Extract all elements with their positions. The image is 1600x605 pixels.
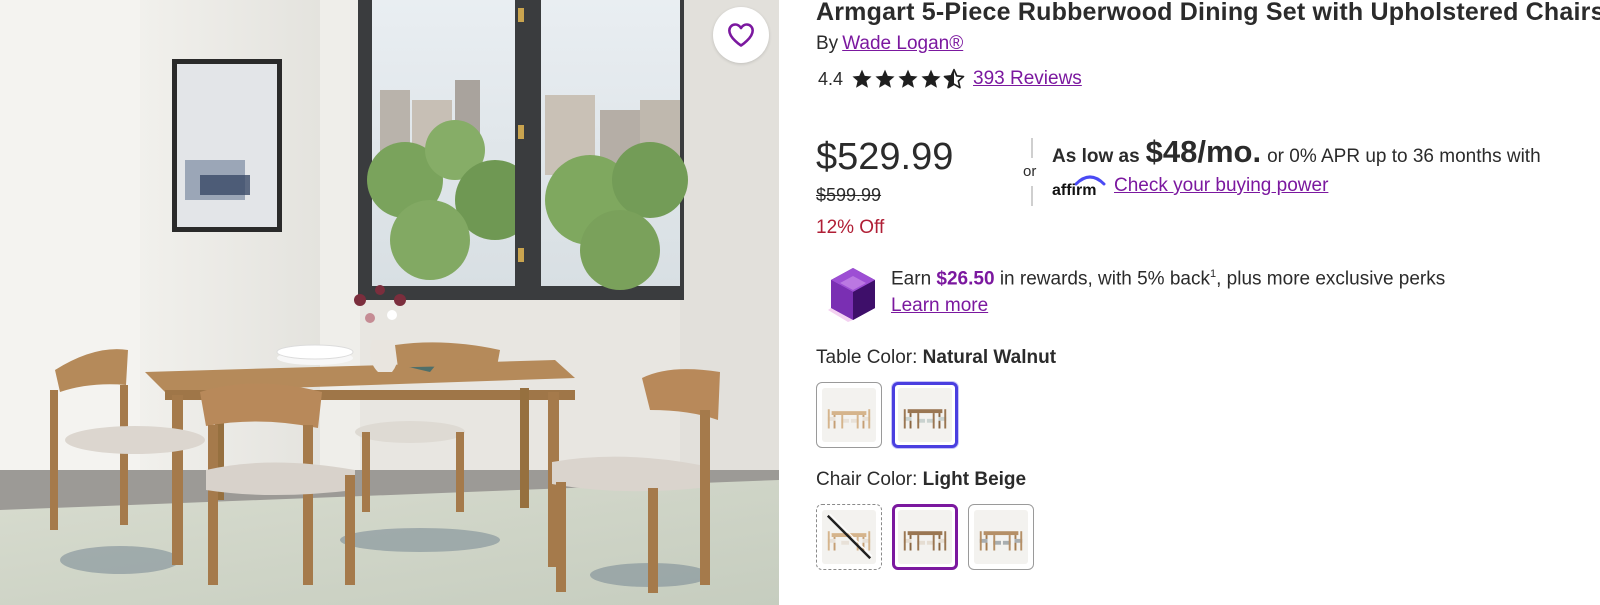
as-low-as-label: As low as xyxy=(1052,146,1140,167)
product-title: Armgart 5-Piece Rubberwood Dining Set wi… xyxy=(816,0,1600,26)
monthly-price: $48/mo. xyxy=(1145,134,1262,169)
original-price: $599.99 xyxy=(816,185,882,205)
dining-set-thumbnail xyxy=(898,510,952,564)
dining-set-thumbnail xyxy=(822,510,876,564)
divider-line xyxy=(1031,186,1033,206)
financing-offer: As low as $48/mo. or 0% APR up to 36 mon… xyxy=(1052,134,1541,198)
svg-text:affirm: affirm xyxy=(1052,182,1096,198)
affirm-logo: affirm xyxy=(1052,174,1108,198)
rating-value: 4.4 xyxy=(818,68,844,89)
affirm-logo-mark: affirm xyxy=(1052,175,1106,198)
chair-color-label: Chair Color: Light Beige xyxy=(816,469,1026,491)
star-icon xyxy=(921,69,941,88)
by-prefix: By xyxy=(816,33,839,54)
reviews-link[interactable]: 393 Reviews xyxy=(973,68,1082,90)
divider-line xyxy=(1031,138,1033,158)
table-color-label: Table Color: Natural Walnut xyxy=(816,347,1056,369)
table-color-heading: Table Color: xyxy=(816,347,918,368)
financing-terms: or 0% APR up to 36 months with xyxy=(1267,146,1541,167)
chair-color-heading: Chair Color: xyxy=(816,469,918,490)
star-icon xyxy=(875,69,895,88)
check-buying-power-link[interactable]: Check your buying power xyxy=(1114,175,1328,197)
half-star-icon xyxy=(943,68,965,89)
table-color-value: Natural Walnut xyxy=(922,347,1057,368)
rating-row: 4.4 393 Reviews xyxy=(818,66,1082,92)
sale-price: $529.99 xyxy=(816,136,954,178)
chair-color-value: Light Beige xyxy=(922,469,1027,490)
dining-set-thumbnail xyxy=(974,510,1028,564)
favorite-button[interactable] xyxy=(713,7,769,63)
product-photo xyxy=(0,0,779,605)
rewards-banner: Earn $26.50 in rewards, with 5% back1, p… xyxy=(816,262,1586,322)
gem-icon xyxy=(828,268,875,322)
swatch-table-natural-light[interactable] xyxy=(816,382,882,448)
star-rating xyxy=(851,68,965,90)
swatch-table-natural-walnut[interactable] xyxy=(892,382,958,448)
brand-link[interactable]: Wade Logan® xyxy=(842,33,963,54)
product-image[interactable] xyxy=(0,0,779,605)
swatch-chair-grey[interactable] xyxy=(968,504,1034,570)
rewards-description: in rewards, with 5% back xyxy=(999,268,1210,290)
dining-set-thumbnail xyxy=(898,388,952,442)
star-icon xyxy=(852,69,872,88)
dining-set-thumbnail xyxy=(822,388,876,442)
or-divider: or xyxy=(1023,138,1041,208)
swatch-chair-light-beige[interactable] xyxy=(892,504,958,570)
rewards-tail: , plus more exclusive perks xyxy=(1216,268,1446,290)
rewards-amount: $26.50 xyxy=(936,268,995,290)
or-label: or xyxy=(1023,163,1037,180)
heart-icon xyxy=(728,23,754,47)
swatch-chair-unavailable[interactable] xyxy=(816,504,882,570)
star-icon xyxy=(898,69,918,88)
rewards-text: Earn $26.50 in rewards, with 5% back1, p… xyxy=(891,268,1445,290)
byline: By Wade Logan® xyxy=(816,33,963,55)
learn-more-link[interactable]: Learn more xyxy=(891,295,988,317)
discount-badge: 12% Off xyxy=(816,217,885,238)
earn-label: Earn xyxy=(891,268,932,290)
